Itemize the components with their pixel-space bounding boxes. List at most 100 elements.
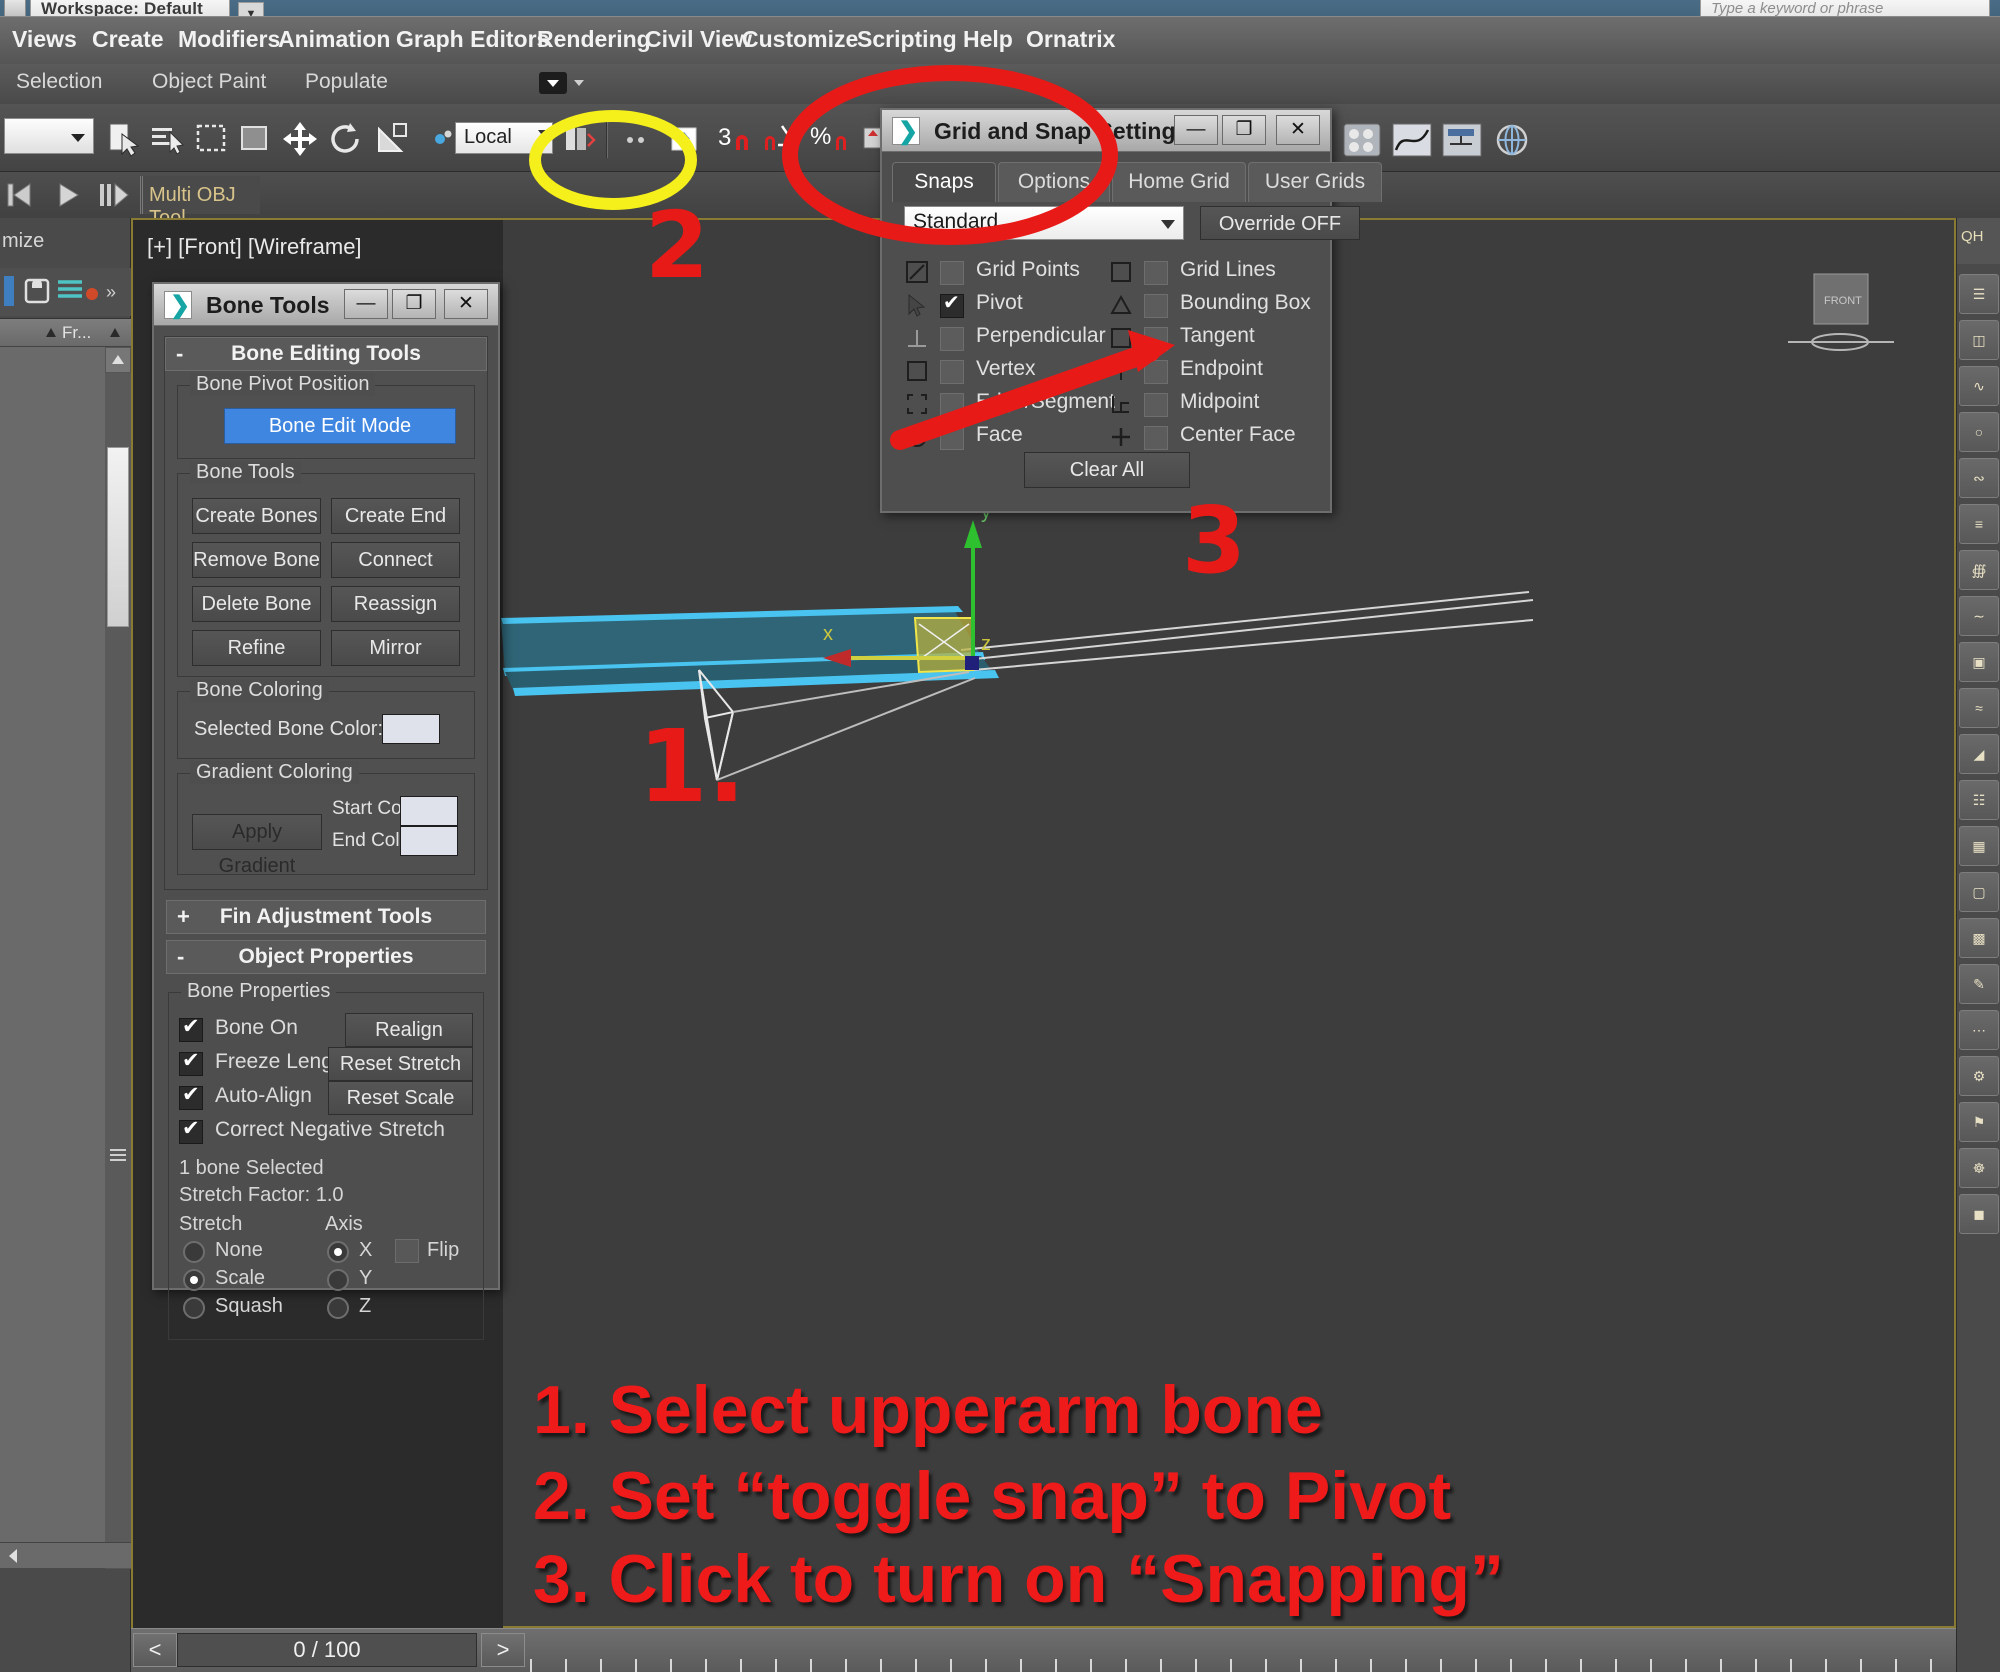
cp-button-more[interactable]: ⋯ (1959, 1010, 1999, 1050)
reassign-root-button[interactable]: Reassign Root (331, 586, 460, 649)
reset-scale-button[interactable]: Reset Scale (328, 1081, 473, 1115)
menu-item-scripting[interactable]: Scripting (857, 26, 957, 53)
axis-z-radio[interactable] (327, 1297, 349, 1319)
ribbon-tab-selection[interactable]: Selection (16, 70, 102, 94)
grid-snap-maximize-button[interactable]: ❐ (1222, 115, 1266, 145)
grid-and-snap-settings-dialog[interactable]: Grid and Snap Settings — ❐ ✕ Snaps Optio… (880, 108, 1382, 513)
flip-checkbox[interactable] (395, 1239, 419, 1263)
tab-snaps[interactable]: Snaps (892, 162, 996, 202)
menu-item-customize[interactable]: Customize (742, 26, 858, 53)
selected-bone-color-swatch[interactable] (382, 714, 440, 744)
face-checkbox[interactable] (940, 426, 964, 450)
menu-item-rendering[interactable]: Rendering (537, 26, 651, 53)
auto-align-checkbox[interactable] (179, 1082, 203, 1110)
bone-tools-minimize-button[interactable]: — (344, 289, 388, 319)
apply-gradient-button[interactable]: Apply Gradient (192, 814, 322, 877)
select-and-rotate-icon[interactable] (326, 120, 366, 158)
coordinate-system-dropdown-icon[interactable] (538, 130, 552, 139)
axis-x-radio[interactable] (327, 1241, 349, 1263)
cp-button-list[interactable]: ☰ (1959, 274, 1999, 314)
cp-button-edit[interactable]: ✎ (1959, 964, 1999, 1004)
tab-user-grids[interactable]: User Grids (1248, 162, 1382, 202)
cp-button-last[interactable]: ◼ (1959, 1194, 1999, 1234)
cp-button-cluster[interactable]: ☷ (1959, 780, 1999, 820)
create-end-button[interactable]: Create End (331, 498, 460, 534)
menu-item-ornatrix[interactable]: Ornatrix (1026, 26, 1115, 53)
stretch-scale-radio[interactable] (183, 1269, 205, 1291)
auto-align-row[interactable]: Auto-Align Reset Scale (179, 1081, 473, 1117)
named-selection-set-combo[interactable] (4, 118, 94, 154)
use-pivot-point-center-icon[interactable] (560, 120, 600, 158)
cp-button-extra[interactable]: ⚙ (1959, 1056, 1999, 1096)
pivot-checkbox[interactable] (940, 290, 964, 318)
delete-bone-button[interactable]: Delete Bone (192, 586, 321, 622)
snap-3d-icon[interactable]: 3 (713, 120, 753, 158)
menu-item-graph-editors[interactable]: Graph Editors (396, 26, 549, 53)
bone-tools-titlebar[interactable]: Bone Tools — ❐ ✕ (154, 284, 498, 326)
connect-bones-button[interactable]: Connect Bones (331, 542, 460, 605)
snap-preset-combo[interactable]: Standard (904, 206, 1184, 240)
menu-item-animation[interactable]: Animation (278, 26, 390, 53)
set-key-prev-icon[interactable] (2, 176, 42, 214)
menu-item-help[interactable]: Help (963, 26, 1013, 53)
fin-rollout-expand-sign[interactable]: + (177, 901, 190, 933)
tab-home-grid[interactable]: Home Grid (1112, 162, 1246, 202)
bone-tools-close-button[interactable]: ✕ (444, 289, 488, 319)
left-panel-hscrollbar[interactable] (0, 1542, 131, 1568)
cp-button-comb[interactable]: ≡ (1959, 504, 1999, 544)
rollout-collapse-sign[interactable]: - (176, 338, 183, 370)
schematic-view-icon[interactable] (1440, 120, 1482, 158)
cp-button-hair[interactable]: ∾ (1959, 458, 1999, 498)
override-toggle-button[interactable]: Override OFF (1200, 206, 1360, 240)
material-editor-icon[interactable] (1340, 120, 1381, 158)
bone-tools-maximize-button[interactable]: ❐ (392, 289, 436, 319)
vertex-checkbox[interactable] (940, 360, 964, 384)
left-panel-scrollbar[interactable] (105, 347, 131, 1569)
left-panel-list-header[interactable]: Fr... (0, 319, 131, 347)
tangent-checkbox[interactable] (1144, 327, 1168, 351)
cp-button-strand[interactable]: ∼ (1959, 596, 1999, 636)
freeze-length-checkbox[interactable] (179, 1048, 203, 1076)
bounding-box-checkbox[interactable] (1144, 294, 1168, 318)
tab-options[interactable]: Options (998, 162, 1110, 202)
stretch-squash-radio[interactable] (183, 1297, 205, 1319)
select-and-move-icon[interactable] (280, 120, 320, 158)
cp-button-layers[interactable]: ◫ (1959, 320, 1999, 360)
correct-negative-stretch-row[interactable]: Correct Negative Stretch (179, 1116, 473, 1151)
correct-negative-stretch-checkbox[interactable] (179, 1116, 203, 1144)
mirror-button[interactable]: Mirror (331, 630, 460, 666)
next-frame-button[interactable]: > (481, 1633, 525, 1667)
cp-button-tool[interactable]: ☸ (1959, 1148, 1999, 1188)
scrollbar-thumb[interactable] (107, 447, 129, 627)
freeze-length-row[interactable]: Freeze Length Reset Stretch (179, 1047, 473, 1083)
select-by-name-icon[interactable] (148, 120, 188, 158)
percent-snap-toggle-icon[interactable]: % (808, 120, 848, 158)
cp-button-misc[interactable]: ⚑ (1959, 1102, 1999, 1142)
cp-button-wave[interactable]: ≈ (1959, 688, 1999, 728)
clear-all-button[interactable]: Clear All (1024, 452, 1190, 488)
key-mode-toggle-icon[interactable] (94, 176, 134, 214)
realign-button[interactable]: Realign (345, 1013, 473, 1047)
reset-stretch-button[interactable]: Reset Stretch (328, 1047, 473, 1081)
bone-on-checkbox[interactable] (179, 1014, 203, 1042)
bone-on-row[interactable]: Bone On Realign (179, 1013, 473, 1049)
end-color-swatch[interactable] (400, 826, 458, 856)
ribbon-tab-populate[interactable]: Populate (305, 70, 388, 94)
scroll-up-button[interactable] (105, 347, 131, 373)
menu-item-views[interactable]: Views (12, 26, 77, 53)
cp-button-group[interactable]: ▦ (1959, 826, 1999, 866)
prev-frame-button[interactable]: < (133, 1633, 177, 1667)
cp-button-mesh[interactable]: ▢ (1959, 872, 1999, 912)
grid-snap-minimize-button[interactable]: — (1174, 115, 1218, 145)
left-panel-list[interactable]: Fr... (0, 318, 131, 1569)
snaps-toggle-icon[interactable] (664, 120, 704, 158)
bone-edit-mode-button[interactable]: Bone Edit Mode (224, 408, 456, 444)
object-properties-header[interactable]: - Object Properties (166, 940, 486, 974)
endpoint-checkbox[interactable] (1144, 360, 1168, 384)
ribbon-tab-object-paint[interactable]: Object Paint (152, 70, 266, 94)
remove-bone-button[interactable]: Remove Bone (192, 542, 321, 578)
object-properties-collapse-sign[interactable]: - (177, 941, 184, 973)
current-frame-display[interactable]: 0 / 100 (177, 1633, 477, 1667)
curve-editor-icon[interactable] (1390, 120, 1432, 158)
cp-button-circle[interactable]: ○ (1959, 412, 1999, 452)
